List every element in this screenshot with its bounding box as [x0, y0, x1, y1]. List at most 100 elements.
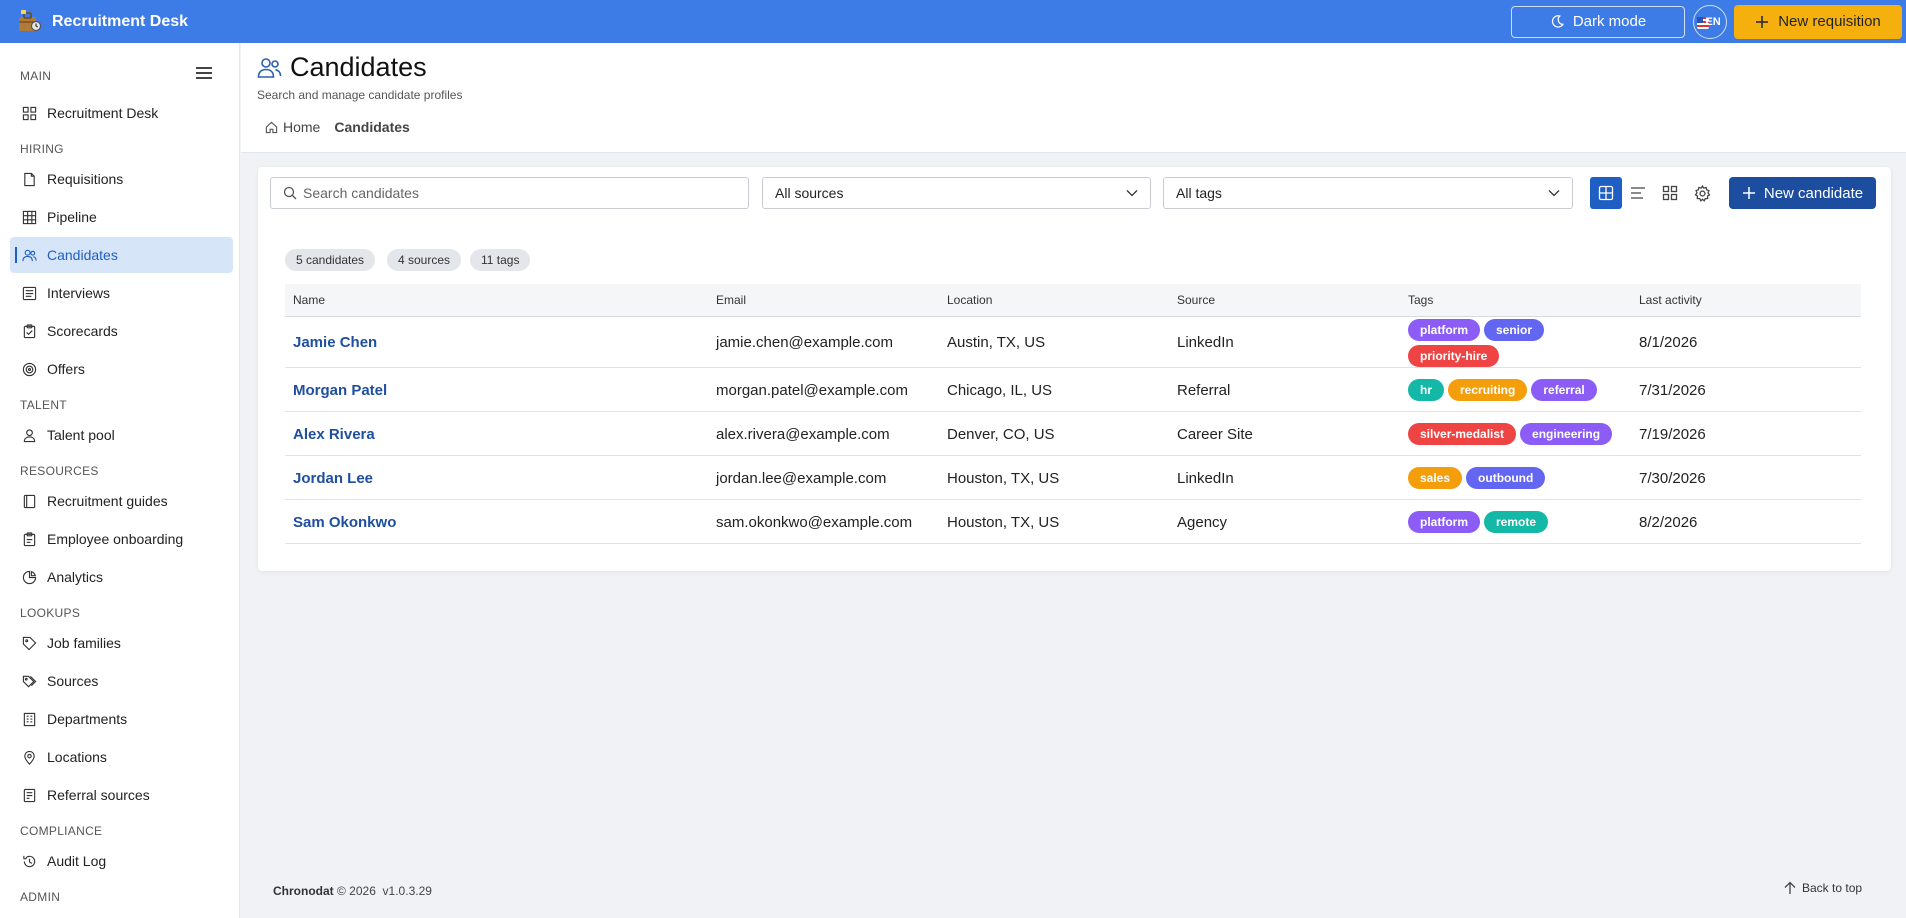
back-to-top-link[interactable]: Back to top — [1784, 881, 1862, 895]
search-input[interactable] — [303, 185, 723, 201]
sidebar-item-label: Offers — [47, 361, 85, 377]
search-icon — [283, 186, 297, 200]
sidebar-item-label: Talent pool — [47, 427, 115, 443]
column-header-email[interactable]: Email — [716, 284, 746, 317]
candidate-tags: sales outbound — [1408, 456, 1628, 500]
candidate-name-link[interactable]: Alex Rivera — [293, 412, 375, 456]
tag-badge: sales — [1408, 467, 1463, 489]
sidebar-item-label: Pipeline — [47, 209, 97, 225]
sidebar-item-talent-pool[interactable]: Talent pool — [10, 417, 233, 453]
tag-badge: platform — [1408, 511, 1480, 533]
candidate-count-badge: 5 candidates — [285, 249, 376, 271]
source-count-badge: 4 sources — [387, 249, 462, 271]
pin-icon — [24, 750, 35, 765]
table-row[interactable]: Alex Rivera alex.rivera@example.com Denv… — [285, 412, 1861, 456]
dark-mode-label: Dark mode — [1572, 13, 1647, 30]
building-icon — [23, 712, 36, 726]
sidebar-item-locations[interactable]: Locations — [10, 739, 233, 775]
list-view-button[interactable] — [1622, 177, 1654, 209]
candidate-last-activity: 7/19/2026 — [1639, 425, 1706, 443]
document-icon — [24, 172, 35, 186]
candidate-email: morgan.patel@example.com — [716, 381, 908, 399]
app-title: Recruitment Desk — [52, 12, 189, 30]
column-header-name[interactable]: Name — [293, 284, 325, 317]
column-header-location[interactable]: Location — [947, 284, 992, 317]
sidebar-heading-compliance: COMPLIANCE — [20, 824, 103, 838]
sidebar-item-analytics[interactable]: Analytics — [10, 559, 233, 595]
sidebar-item-recruitment-desk[interactable]: Recruitment Desk — [10, 95, 233, 131]
candidate-source: LinkedIn — [1177, 469, 1234, 487]
table-row[interactable]: Sam Okonkwo sam.okonkwo@example.com Hous… — [285, 500, 1861, 544]
column-header-tags[interactable]: Tags — [1408, 284, 1433, 317]
tag-badge: senior — [1484, 318, 1545, 341]
column-header-source[interactable]: Source — [1177, 284, 1215, 317]
people-icon — [257, 57, 282, 78]
dark-mode-button[interactable]: Dark mode — [1511, 5, 1685, 38]
sidebar-item-job-families[interactable]: Job families — [10, 625, 233, 661]
tag-filter-select[interactable]: All tags — [1163, 177, 1573, 209]
candidate-location: Denver, CO, US — [947, 425, 1055, 443]
table-icon — [1598, 185, 1614, 201]
candidate-last-activity: 8/1/2026 — [1639, 334, 1698, 351]
table-row[interactable]: Jamie Chen jamie.chen@example.com Austin… — [285, 317, 1861, 368]
home-icon — [265, 121, 278, 133]
moon-icon — [1551, 15, 1564, 28]
grid-view-button[interactable] — [1654, 177, 1686, 209]
sidebar-item-label: Employee onboarding — [47, 531, 184, 547]
settings-button[interactable] — [1686, 177, 1718, 209]
list-lines-icon — [1631, 187, 1645, 199]
tag-badge: priority-hire — [1408, 344, 1500, 367]
sidebar-item-referral-sources[interactable]: Referral sources — [10, 777, 233, 813]
tags-icon — [22, 675, 37, 687]
dashboard-icon — [22, 106, 37, 120]
sidebar-item-recruitment-guides[interactable]: Recruitment guides — [10, 483, 233, 519]
source-filter-select[interactable]: All sources — [762, 177, 1151, 209]
search-box[interactable] — [270, 177, 749, 209]
clipboard-icon — [23, 531, 36, 546]
menu-toggle-icon[interactable] — [196, 67, 212, 79]
clipboard-check-icon — [23, 323, 36, 338]
table-row[interactable]: Morgan Patel morgan.patel@example.com Ch… — [285, 368, 1861, 412]
footer-brand: Chronodat — [273, 884, 334, 898]
sidebar-item-employee-onboarding[interactable]: Employee onboarding — [10, 521, 233, 557]
sidebar-item-label: Locations — [47, 749, 107, 765]
candidate-email: sam.okonkwo@example.com — [716, 513, 913, 531]
sidebar-item-offers[interactable]: Offers — [10, 351, 233, 387]
candidate-name-link[interactable]: Morgan Patel — [293, 368, 387, 412]
candidate-tags: platform senior priority-hire — [1408, 317, 1578, 368]
language-button[interactable]: EN — [1693, 4, 1727, 39]
new-candidate-label: New candidate — [1763, 184, 1864, 202]
sidebar-item-interviews[interactable]: Interviews — [10, 275, 233, 311]
tag-badge: referral — [1531, 379, 1597, 401]
top-bar: Recruitment Desk Dark mode EN New requis… — [0, 0, 1906, 43]
sidebar-item-audit-log[interactable]: Audit Log — [10, 843, 233, 879]
sidebar-heading-talent: TALENT — [20, 398, 67, 412]
new-candidate-button[interactable]: New candidate — [1729, 177, 1876, 209]
table-view-button[interactable] — [1590, 177, 1622, 209]
sidebar-item-label: Interviews — [47, 285, 111, 301]
table-row[interactable]: Jordan Lee jordan.lee@example.com Housto… — [285, 456, 1861, 500]
sidebar-item-requisitions[interactable]: Requisitions — [10, 161, 233, 197]
people-icon — [22, 249, 37, 261]
list-icon — [22, 286, 37, 300]
new-requisition-button[interactable]: New requisition — [1734, 4, 1902, 39]
candidate-email: alex.rivera@example.com — [716, 425, 890, 443]
breadcrumb-home[interactable]: Home — [265, 119, 320, 135]
arrow-up-icon — [1784, 881, 1796, 894]
sidebar-item-sources[interactable]: Sources — [10, 663, 233, 699]
sidebar-item-candidates[interactable]: Candidates — [10, 237, 233, 273]
tag-count-badge: 11 tags — [470, 249, 531, 271]
candidate-last-activity: 7/31/2026 — [1639, 381, 1706, 399]
candidate-name-link[interactable]: Jordan Lee — [293, 456, 373, 500]
form-icon — [23, 788, 36, 802]
candidate-name-link[interactable]: Sam Okonkwo — [293, 500, 396, 544]
sidebar-item-departments[interactable]: Departments — [10, 701, 233, 737]
candidate-name-link[interactable]: Jamie Chen — [293, 317, 377, 368]
candidate-source: Agency — [1177, 513, 1228, 531]
sidebar-item-scorecards[interactable]: Scorecards — [10, 313, 233, 349]
candidate-email: jordan.lee@example.com — [716, 469, 887, 487]
brand[interactable]: Recruitment Desk — [17, 9, 188, 34]
candidate-location: Austin, TX, US — [947, 334, 1046, 351]
sidebar-item-pipeline[interactable]: Pipeline — [10, 199, 233, 235]
column-header-last-activity[interactable]: Last activity — [1639, 284, 1702, 317]
